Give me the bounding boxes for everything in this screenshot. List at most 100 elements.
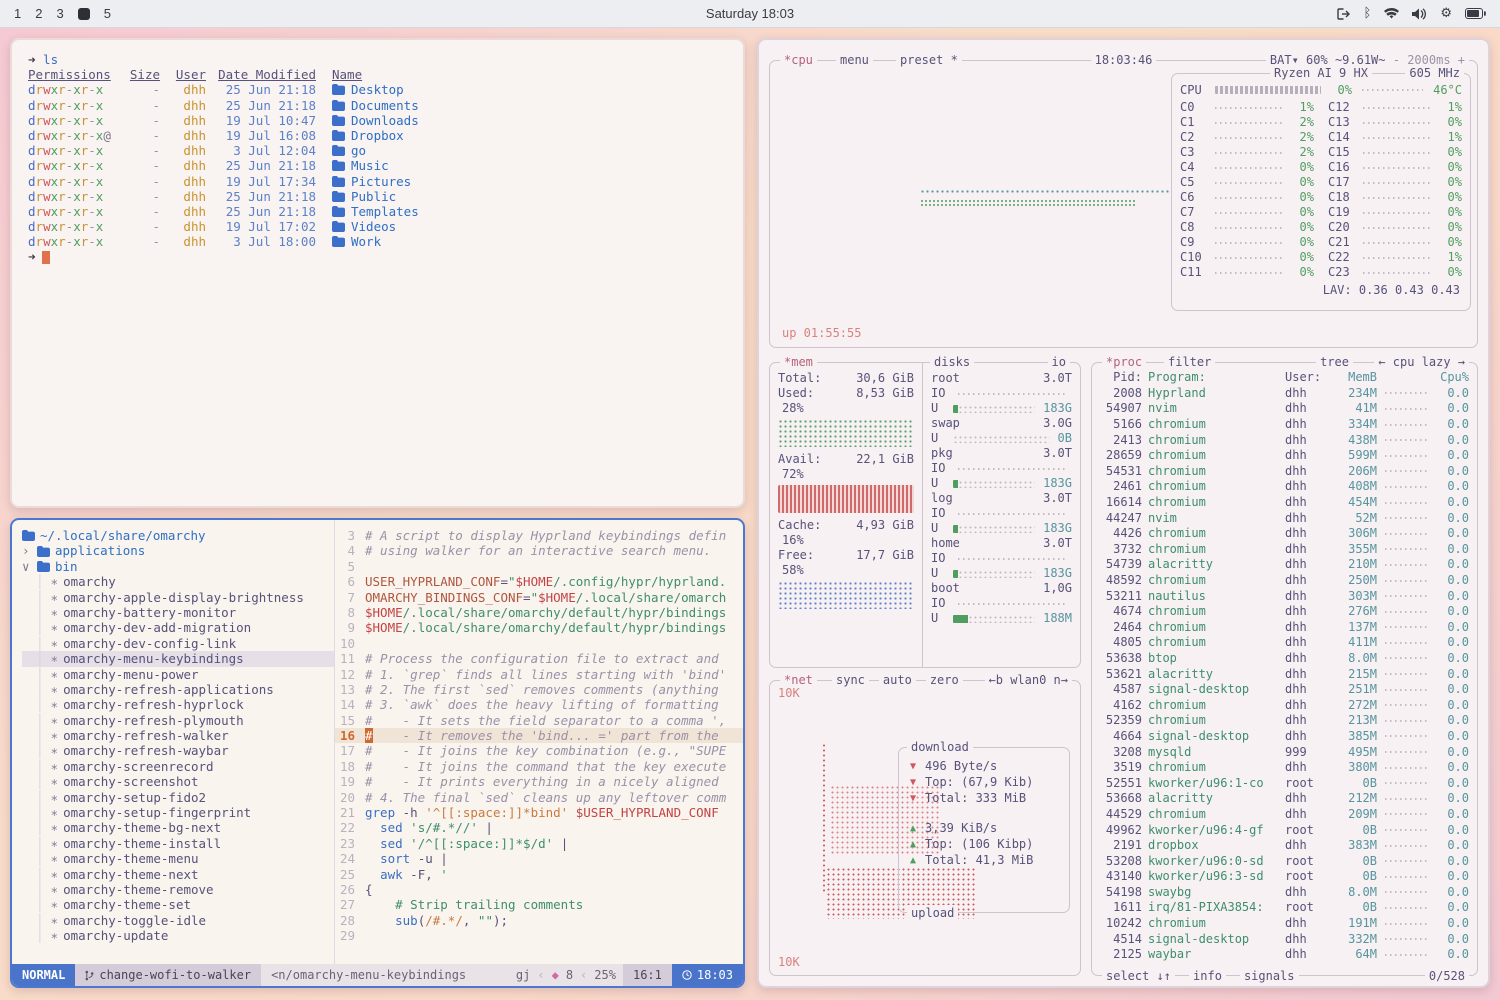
code-line[interactable]: 18# - It joins the command that the key … [335, 759, 743, 774]
process-row[interactable]: 54198swaybgdhh8.0M0.0 [1092, 885, 1477, 901]
code-line[interactable]: 15# - It sets the field separator to a c… [335, 713, 743, 728]
tree-item[interactable]: │∗omarchy-toggle-idle [22, 913, 334, 928]
process-row[interactable]: 4674chromiumdhh276M0.0 [1092, 604, 1477, 620]
code-line[interactable]: 8$HOME/.local/share/omarchy/default/hypr… [335, 605, 743, 620]
proc-header-cell[interactable]: Pid: [1100, 370, 1148, 385]
tree-item[interactable]: │∗omarchy-screenrecord [22, 759, 334, 774]
process-row[interactable]: 48592chromiumdhh250M0.0 [1092, 573, 1477, 589]
code-line[interactable]: 5 [335, 559, 743, 574]
tree-toggle[interactable]: tree [1316, 354, 1353, 370]
code-line[interactable]: 21grep -h '^[[:space:]]*bind' $USER_HYPR… [335, 805, 743, 820]
process-row[interactable]: 5166chromiumdhh334M0.0 [1092, 417, 1477, 433]
process-row[interactable]: 2461chromiumdhh408M0.0 [1092, 479, 1477, 495]
tree-item[interactable]: ∨bin [22, 559, 334, 574]
process-row[interactable]: 4426chromiumdhh306M0.0 [1092, 526, 1477, 542]
workspace-button[interactable]: 1 [14, 6, 21, 21]
process-row[interactable]: 49962kworker/u96:4-gfroot0B0.0 [1092, 822, 1477, 838]
code-line[interactable]: 9$HOME/.local/share/omarchy/default/hypr… [335, 620, 743, 635]
tree-item[interactable]: │∗omarchy-refresh-walker [22, 728, 334, 743]
process-row[interactable]: 53211nautilusdhh303M0.0 [1092, 588, 1477, 604]
workspace-button[interactable]: 3 [56, 6, 63, 21]
btop-window[interactable]: *cpu menu preset * 18:03:46 BAT▾ 60% ~9.… [757, 38, 1490, 988]
settings-icon[interactable]: ⚙ [1440, 7, 1452, 20]
process-row[interactable]: 2008Hyprlanddhh234M0.0 [1092, 386, 1477, 402]
process-row[interactable]: 10242chromiumdhh191M0.0 [1092, 916, 1477, 932]
tree-item[interactable]: │∗omarchy-refresh-applications [22, 682, 334, 697]
proc-header-cell[interactable]: User: [1285, 370, 1329, 385]
code-line[interactable]: 29 [335, 928, 743, 943]
tree-item[interactable]: │∗omarchy-theme-remove [22, 882, 334, 897]
git-branch[interactable]: change-wofi-to-walker [75, 964, 261, 986]
cpu-box-title[interactable]: *cpu [780, 52, 817, 68]
code-line[interactable]: 6USER_HYPRLAND_CONF="$HOME/.config/hypr/… [335, 574, 743, 589]
net-auto-button[interactable]: auto [879, 672, 916, 688]
code-line[interactable]: 22 sed 's/#.*//' | [335, 820, 743, 835]
proc-footer-item[interactable]: signals [1240, 968, 1299, 984]
code-line[interactable]: 12# 1. `grep` finds all lines starting w… [335, 667, 743, 682]
menu-button[interactable]: menu [836, 52, 873, 68]
tree-item[interactable]: │∗omarchy-dev-config-link [22, 636, 334, 651]
tree-item[interactable]: │∗omarchy-refresh-waybar [22, 743, 334, 758]
tree-item[interactable]: │∗omarchy-screenshot [22, 774, 334, 789]
code-line[interactable]: 17# - It joins the key combination (e.g.… [335, 743, 743, 758]
tree-item[interactable]: ›applications [22, 543, 334, 558]
process-row[interactable]: 52359chromiumdhh213M0.0 [1092, 713, 1477, 729]
tree-item[interactable]: │∗omarchy-battery-monitor [22, 605, 334, 620]
code-pane[interactable]: 3# A script to display Hyprland keybindi… [334, 520, 743, 964]
process-row[interactable]: 3519chromiumdhh380M0.0 [1092, 760, 1477, 776]
tree-item[interactable]: │∗omarchy-theme-install [22, 836, 334, 851]
code-line[interactable]: 7OMARCHY_BINDINGS_CONF="$HOME/.local/sha… [335, 590, 743, 605]
proc-footer-item[interactable]: select ↓↑ [1102, 968, 1175, 984]
tree-item[interactable]: │∗omarchy-setup-fingerprint [22, 805, 334, 820]
process-row[interactable]: 4664signal-desktopdhh385M0.0 [1092, 729, 1477, 745]
process-row[interactable]: 53638btopdhh8.0M0.0 [1092, 651, 1477, 667]
process-row[interactable]: 2125waybardhh64M0.0 [1092, 947, 1477, 963]
process-row[interactable]: 54907nvimdhh41M0.0 [1092, 401, 1477, 417]
bluetooth-icon[interactable]: ᛒ [1364, 7, 1372, 20]
process-row[interactable]: 16614chromiumdhh454M0.0 [1092, 495, 1477, 511]
net-sync-button[interactable]: sync [832, 672, 869, 688]
sort-selector[interactable]: ← cpu lazy → [1374, 354, 1469, 370]
code-line[interactable]: 24 sort -u | [335, 851, 743, 866]
code-line[interactable]: 3# A script to display Hyprland keybindi… [335, 528, 743, 543]
process-row[interactable]: 4162chromiumdhh272M0.0 [1092, 697, 1477, 713]
workspace-button[interactable]: 2 [35, 6, 42, 21]
net-interface[interactable]: ←b wlan0 n→ [985, 672, 1072, 688]
wifi-icon[interactable] [1384, 8, 1399, 19]
code-line[interactable]: 16# - It removes the 'bind... =' part fr… [335, 728, 743, 743]
process-row[interactable]: 4514signal-desktopdhh332M0.0 [1092, 931, 1477, 947]
logout-icon[interactable] [1337, 8, 1351, 20]
tree-item[interactable]: │∗omarchy-update [22, 928, 334, 943]
code-line[interactable]: 13# 2. The first `sed` removes comments … [335, 682, 743, 697]
tree-item[interactable]: │∗omarchy-theme-next [22, 867, 334, 882]
process-row[interactable]: 44247nvimdhh52M0.0 [1092, 510, 1477, 526]
process-row[interactable]: 4587signal-desktopdhh251M0.0 [1092, 682, 1477, 698]
tree-item[interactable]: │∗omarchy-setup-fido2 [22, 790, 334, 805]
process-row[interactable]: 28659chromiumdhh599M0.0 [1092, 448, 1477, 464]
tree-item[interactable]: │∗omarchy-menu-power [22, 667, 334, 682]
code-line[interactable]: 20# 4. The final `sed` cleans up any lef… [335, 790, 743, 805]
terminal-window[interactable]: ➜ lsPermissionsSizeUserDate ModifiedName… [10, 38, 745, 508]
process-row[interactable]: 4805chromiumdhh411M0.0 [1092, 635, 1477, 651]
volume-icon[interactable] [1412, 8, 1427, 20]
workspace-active-icon[interactable] [78, 8, 90, 20]
process-row[interactable]: 2464chromiumdhh137M0.0 [1092, 620, 1477, 636]
process-row[interactable]: 3208mysqld999495M0.0 [1092, 744, 1477, 760]
tree-item[interactable]: ~/.local/share/omarchy [22, 528, 334, 543]
code-line[interactable]: 11# Process the configuration file to ex… [335, 651, 743, 666]
process-row[interactable]: 54531chromiumdhh206M0.0 [1092, 464, 1477, 480]
code-line[interactable]: 23 sed '/^[[:space:]]*$/d' | [335, 836, 743, 851]
filter-button[interactable]: filter [1164, 354, 1215, 370]
process-row[interactable]: 54739alacrittydhh210M0.0 [1092, 557, 1477, 573]
process-row[interactable]: 52551kworker/u96:1-coroot0B0.0 [1092, 775, 1477, 791]
proc-footer-item[interactable]: info [1189, 968, 1226, 984]
tree-item[interactable]: │∗omarchy-theme-set [22, 897, 334, 912]
net-zero-button[interactable]: zero [926, 672, 963, 688]
code-line[interactable]: 4# using walker for an interactive searc… [335, 543, 743, 558]
battery-icon[interactable] [1465, 8, 1486, 19]
preset-button[interactable]: preset * [896, 52, 962, 68]
code-line[interactable]: 27 # Strip trailing comments [335, 897, 743, 912]
tree-item[interactable]: │∗omarchy-refresh-hyprlock [22, 697, 334, 712]
process-row[interactable]: 3732chromiumdhh355M0.0 [1092, 542, 1477, 558]
code-line[interactable]: 19# - It prints everything in a nicely a… [335, 774, 743, 789]
